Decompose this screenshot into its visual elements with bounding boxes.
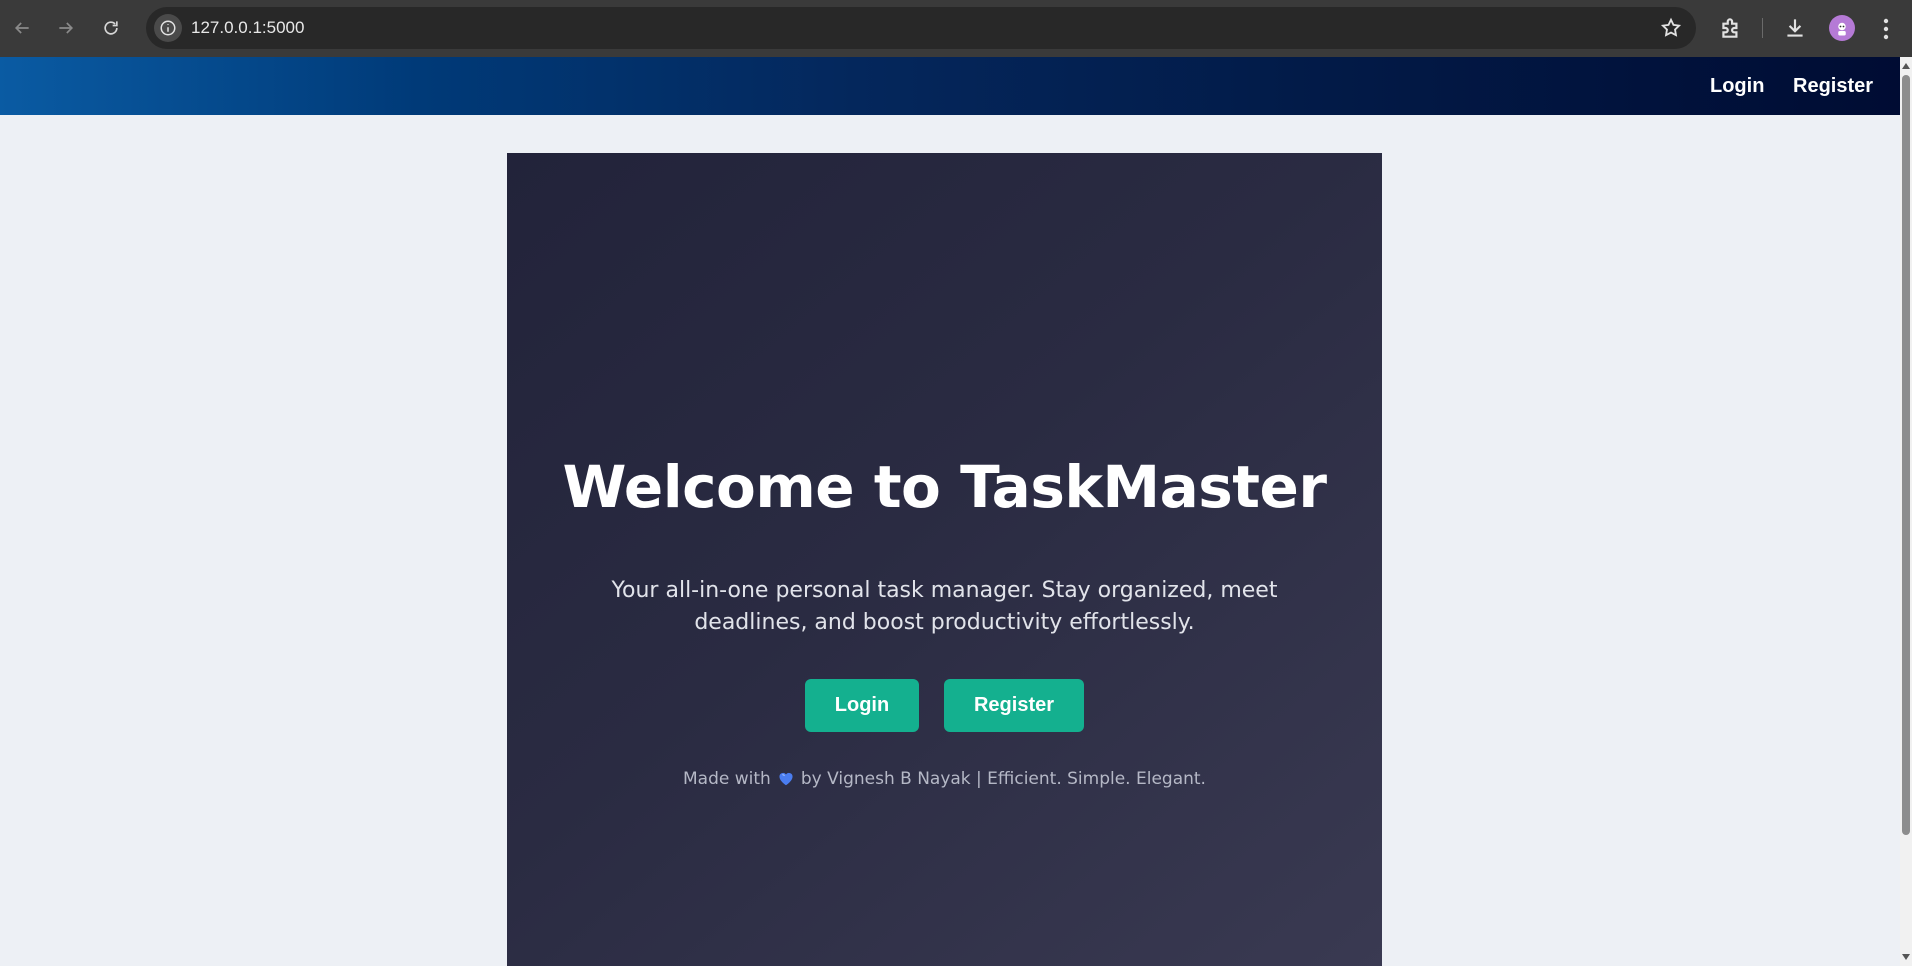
page-viewport: Login Register Welcome to TaskMaster You… xyxy=(0,57,1900,966)
nav-register-link[interactable]: Register xyxy=(1793,75,1873,98)
login-button[interactable]: Login xyxy=(805,679,919,732)
footer-prefix: Made with xyxy=(683,769,771,789)
info-icon xyxy=(160,20,176,36)
avatar[interactable] xyxy=(1829,15,1855,41)
top-navbar: Login Register xyxy=(0,57,1900,115)
star-icon[interactable] xyxy=(1660,17,1682,39)
page-title: Welcome to TaskMaster xyxy=(562,453,1327,521)
back-button[interactable] xyxy=(6,12,38,44)
forward-button[interactable] xyxy=(50,12,82,44)
scroll-down-arrow-icon[interactable] xyxy=(1900,950,1912,964)
browser-chrome: 127.0.0.1:5000 xyxy=(0,0,1912,57)
forward-arrow-icon xyxy=(59,22,74,34)
footer-suffix: by Vignesh B Nayak | Efficient. Simple. … xyxy=(800,769,1206,789)
hero-card: Welcome to TaskMaster Your all-in-one pe… xyxy=(507,153,1382,966)
back-arrow-icon xyxy=(14,22,29,34)
register-button[interactable]: Register xyxy=(944,679,1084,732)
scroll-up-arrow-icon[interactable] xyxy=(1900,59,1912,73)
reload-button[interactable] xyxy=(95,12,127,44)
blue-heart-icon xyxy=(779,772,793,786)
nav-login-link[interactable]: Login xyxy=(1710,75,1764,98)
site-info-button[interactable] xyxy=(154,14,182,42)
hero-subtitle: Your all-in-one personal task manager. S… xyxy=(611,578,1278,635)
url-text[interactable]: 127.0.0.1:5000 xyxy=(191,18,304,38)
vertical-scrollbar[interactable] xyxy=(1900,57,1912,966)
address-bar[interactable]: 127.0.0.1:5000 xyxy=(146,7,1696,49)
download-icon[interactable] xyxy=(1782,15,1808,41)
puzzle-icon[interactable] xyxy=(1718,15,1744,41)
hero-footer: Made with by Vignesh B Nayak | Efficient.… xyxy=(507,769,1382,789)
toolbar-separator xyxy=(1762,18,1763,38)
reload-icon xyxy=(104,21,118,35)
scrollbar-thumb[interactable] xyxy=(1902,75,1910,835)
kebab-menu-icon[interactable] xyxy=(1878,16,1894,42)
profile-avatar-icon xyxy=(1838,22,1846,36)
